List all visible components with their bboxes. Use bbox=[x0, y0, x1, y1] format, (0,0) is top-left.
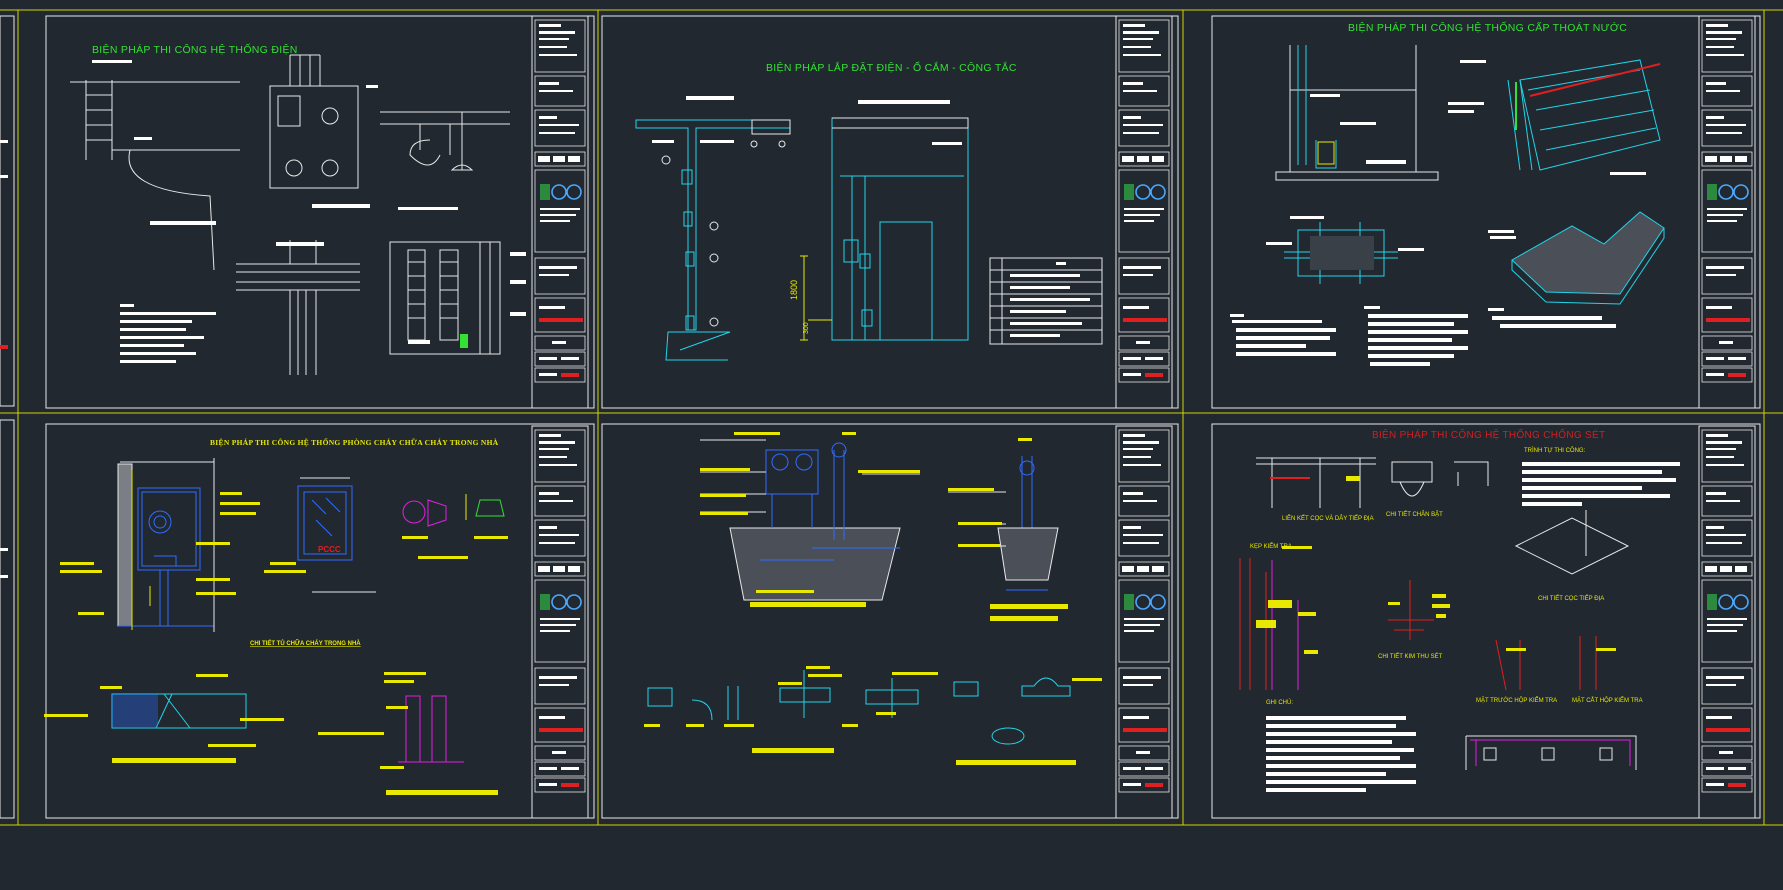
sheet-outlets-drawing bbox=[635, 96, 1103, 361]
pccc-box-label: PCCC bbox=[318, 545, 341, 554]
sheet-electrical-drawing bbox=[70, 54, 526, 375]
title-block-6 bbox=[1698, 425, 1756, 819]
clamp-title: KẸP KIỂM TRA bbox=[1250, 544, 1292, 550]
sheet-title-plumbing: BIỆN PHÁP THI CÔNG HỆ THỐNG CẤP THOÁT NƯ… bbox=[1348, 22, 1628, 34]
title-block-1 bbox=[531, 15, 589, 409]
title-block-2 bbox=[1115, 15, 1173, 409]
install-order-title: TRÌNH TỰ THI CÔNG: bbox=[1524, 448, 1586, 454]
fire-detail-caption: CHI TIẾT TỦ CHỮA CHÁY TRONG NHÀ bbox=[250, 640, 361, 647]
clamp-section-caption: MẶT CẮT HỘP KIỂM TRA bbox=[1572, 698, 1643, 704]
needle-detail-caption: CHI TIẾT KIM THU SÉT bbox=[1378, 654, 1443, 660]
sheet-lightning-drawing bbox=[1239, 457, 1680, 792]
partial-sheet-left bbox=[0, 15, 15, 819]
sheet-fire-drawing bbox=[44, 458, 508, 795]
note-title: GHI CHÚ: bbox=[1266, 700, 1293, 706]
sheet-title-lightning: BIỆN PHÁP THI CÔNG HỆ THỐNG CHỐNG SÉT bbox=[1372, 430, 1606, 441]
sheet-title-electrical: BIỆN PHÁP THI CÔNG HỆ THỐNG ĐIỆN bbox=[92, 44, 298, 56]
sheet-hydrant-drawing bbox=[644, 432, 1102, 765]
title-block-3 bbox=[1698, 15, 1756, 409]
dimension-300: 300 bbox=[803, 322, 810, 334]
dimension-1800: 1800 bbox=[789, 280, 799, 300]
sheet-title-fire: BIỆN PHÁP THI CÔNG HỆ THỐNG PHÒNG CHÁY C… bbox=[210, 438, 499, 447]
clamp-elevation-caption: MẶT TRƯỚC HỘP KIỂM TRA bbox=[1476, 698, 1558, 704]
sheet-plumbing-drawing bbox=[1230, 45, 1665, 366]
ground-detail-caption: CHI TIẾT CHÂN BẬT bbox=[1386, 512, 1443, 518]
tie-detail-caption: LIÊN KẾT CỌC VÀ DÂY TIẾP ĐỊA bbox=[1282, 516, 1374, 522]
rod-detail-caption: CHI TIẾT CỌC TIẾP ĐỊA bbox=[1538, 596, 1605, 602]
title-block-4 bbox=[531, 425, 589, 819]
title-block-5 bbox=[1115, 425, 1173, 819]
sheet-title-outlets: BIỆN PHÁP LẮP ĐẶT ĐIỆN - Ổ CẮM - CÔNG TẮ… bbox=[766, 62, 1017, 74]
